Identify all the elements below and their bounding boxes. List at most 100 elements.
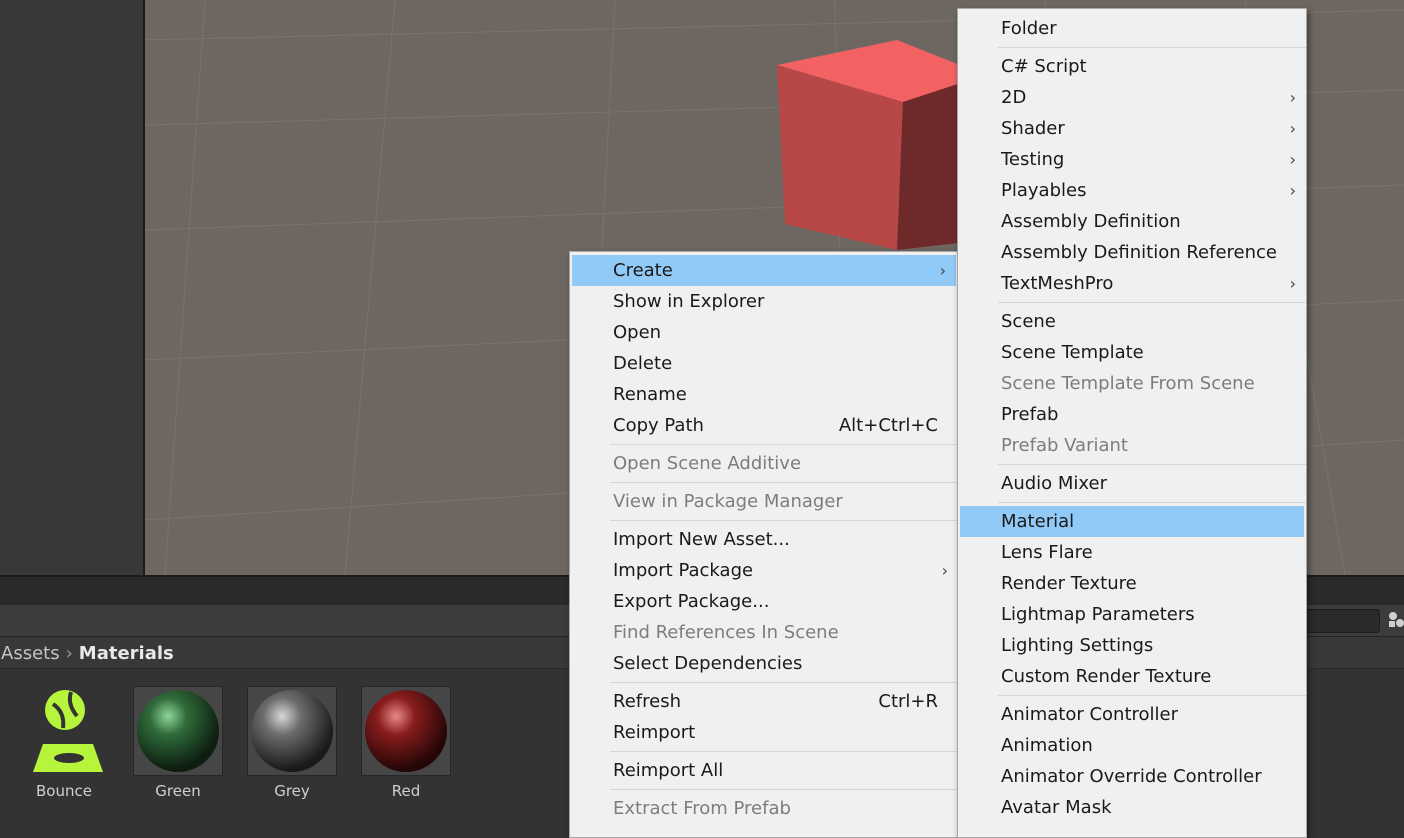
menu-item-textmeshpro[interactable]: TextMeshPro › (958, 268, 1306, 299)
menu-item-custom-render-texture[interactable]: Custom Render Texture (958, 661, 1306, 692)
menu-item-assembly-definition-reference[interactable]: Assembly Definition Reference (958, 237, 1306, 268)
menu-item-2d[interactable]: 2D › (958, 82, 1306, 113)
menu-item-import-package[interactable]: Import Package › (570, 555, 958, 586)
sphere-material-icon (361, 686, 451, 776)
filter-icon[interactable] (1388, 611, 1404, 629)
menu-item-reimport-all[interactable]: Reimport All (570, 755, 958, 786)
menu-item-assembly-definition[interactable]: Assembly Definition (958, 206, 1306, 237)
menu-item-label: Testing (1001, 149, 1065, 170)
menu-item-rename[interactable]: Rename (570, 379, 958, 410)
menu-item-animation[interactable]: Animation (958, 730, 1306, 761)
menu-item-label: Animator Controller (1001, 704, 1179, 725)
project-search-input[interactable] (1300, 609, 1380, 633)
menu-item-label: Animator Override Controller (1001, 766, 1262, 787)
menu-separator (610, 482, 958, 483)
menu-item-label: Prefab Variant (1001, 435, 1128, 456)
submenu-arrow-icon: › (1289, 119, 1296, 138)
menu-item-open[interactable]: Open (570, 317, 958, 348)
menu-item-import-new-asset[interactable]: Import New Asset... (570, 524, 958, 555)
menu-item-label: Shader (1001, 118, 1065, 139)
menu-item-material[interactable]: Material (960, 506, 1304, 537)
menu-separator (610, 751, 958, 752)
submenu-arrow-icon: › (1289, 274, 1296, 293)
menu-item-label: Lens Flare (1001, 542, 1093, 563)
menu-item-label: Audio Mixer (1001, 473, 1107, 494)
menu-item-label: Custom Render Texture (1001, 666, 1212, 687)
menu-item-label: Import New Asset... (613, 529, 790, 550)
menu-item-copy-path[interactable]: Copy Path Alt+Ctrl+C (570, 410, 958, 441)
breadcrumb-separator-icon: › (65, 642, 73, 664)
submenu-arrow-icon: › (1289, 181, 1296, 200)
menu-item-playables[interactable]: Playables › (958, 175, 1306, 206)
asset-item[interactable]: Red (360, 686, 452, 800)
menu-item-label: Assembly Definition (1001, 211, 1181, 232)
menu-item-label: Extract From Prefab (613, 798, 791, 819)
menu-item-label: Delete (613, 353, 673, 374)
menu-item-lightmap-parameters[interactable]: Lightmap Parameters (958, 599, 1306, 630)
menu-item-csharp-script[interactable]: C# Script (958, 51, 1306, 82)
asset-item[interactable]: Bounce (18, 686, 110, 800)
submenu-arrow-icon: › (939, 261, 946, 280)
menu-item-label: Find References In Scene (613, 622, 839, 643)
menu-item-shader[interactable]: Shader › (958, 113, 1306, 144)
asset-item[interactable]: Green (132, 686, 224, 800)
menu-item-label: Scene Template From Scene (1001, 373, 1255, 394)
menu-item-label: Refresh (613, 691, 681, 712)
menu-item-prefab[interactable]: Prefab (958, 399, 1306, 430)
menu-item-avatar-mask[interactable]: Avatar Mask (958, 792, 1306, 823)
menu-item-reimport[interactable]: Reimport (570, 717, 958, 748)
menu-item-label: Assembly Definition Reference (1001, 242, 1278, 263)
menu-item-label: Scene (1001, 311, 1056, 332)
menu-item-label: Scene Template (1001, 342, 1144, 363)
menu-item-label: Lighting Settings (1001, 635, 1154, 656)
menu-item-label: C# Script (1001, 56, 1087, 77)
menu-item-label: 2D (1001, 87, 1027, 108)
menu-item-create[interactable]: Create › (572, 255, 956, 286)
menu-item-open-scene-additive: Open Scene Additive (570, 448, 958, 479)
menu-item-label: Playables (1001, 180, 1087, 201)
menu-item-label: Rename (613, 384, 687, 405)
menu-item-label: Animation (1001, 735, 1093, 756)
menu-item-audio-mixer[interactable]: Audio Mixer (958, 468, 1306, 499)
menu-item-label: Copy Path (613, 415, 704, 436)
asset-label: Grey (274, 782, 310, 800)
breadcrumb-current[interactable]: Materials (79, 643, 174, 664)
menu-separator (998, 502, 1306, 503)
menu-separator (610, 682, 958, 683)
menu-item-label: Open (613, 322, 662, 343)
menu-item-lens-flare[interactable]: Lens Flare (958, 537, 1306, 568)
menu-separator (998, 47, 1306, 48)
hierarchy-panel (0, 0, 145, 575)
submenu-arrow-icon: › (941, 561, 948, 580)
menu-separator (610, 520, 958, 521)
breadcrumb-root[interactable]: Assets (1, 643, 60, 664)
menu-item-scene[interactable]: Scene (958, 306, 1306, 337)
menu-item-lighting-settings[interactable]: Lighting Settings (958, 630, 1306, 661)
menu-item-folder[interactable]: Folder (958, 13, 1306, 44)
asset-item[interactable]: Grey (246, 686, 338, 800)
menu-item-label: Material (1001, 511, 1075, 532)
menu-item-testing[interactable]: Testing › (958, 144, 1306, 175)
menu-item-select-dependencies[interactable]: Select Dependencies (570, 648, 958, 679)
menu-item-animator-override-controller[interactable]: Animator Override Controller (958, 761, 1306, 792)
sphere-material-icon (133, 686, 223, 776)
submenu-arrow-icon: › (1289, 150, 1296, 169)
menu-item-animator-controller[interactable]: Animator Controller (958, 699, 1306, 730)
menu-item-label: Reimport (613, 722, 696, 743)
menu-separator (998, 695, 1306, 696)
menu-item-label: Import Package (613, 560, 754, 581)
menu-item-label: Lightmap Parameters (1001, 604, 1195, 625)
menu-item-scene-template[interactable]: Scene Template (958, 337, 1306, 368)
menu-item-label: Show in Explorer (613, 291, 765, 312)
menu-item-label: Render Texture (1001, 573, 1137, 594)
context-menu: Create › Show in Explorer Open Delete Re… (569, 251, 959, 838)
menu-item-export-package[interactable]: Export Package... (570, 586, 958, 617)
menu-item-render-texture[interactable]: Render Texture (958, 568, 1306, 599)
menu-item-refresh[interactable]: Refresh Ctrl+R (570, 686, 958, 717)
menu-item-label: TextMeshPro (1001, 273, 1114, 294)
breadcrumb: Assets › Materials (1, 640, 174, 666)
menu-item-delete[interactable]: Delete (570, 348, 958, 379)
menu-item-label: Export Package... (613, 591, 770, 612)
menu-item-show-in-explorer[interactable]: Show in Explorer (570, 286, 958, 317)
menu-item-label: Create (613, 260, 673, 281)
